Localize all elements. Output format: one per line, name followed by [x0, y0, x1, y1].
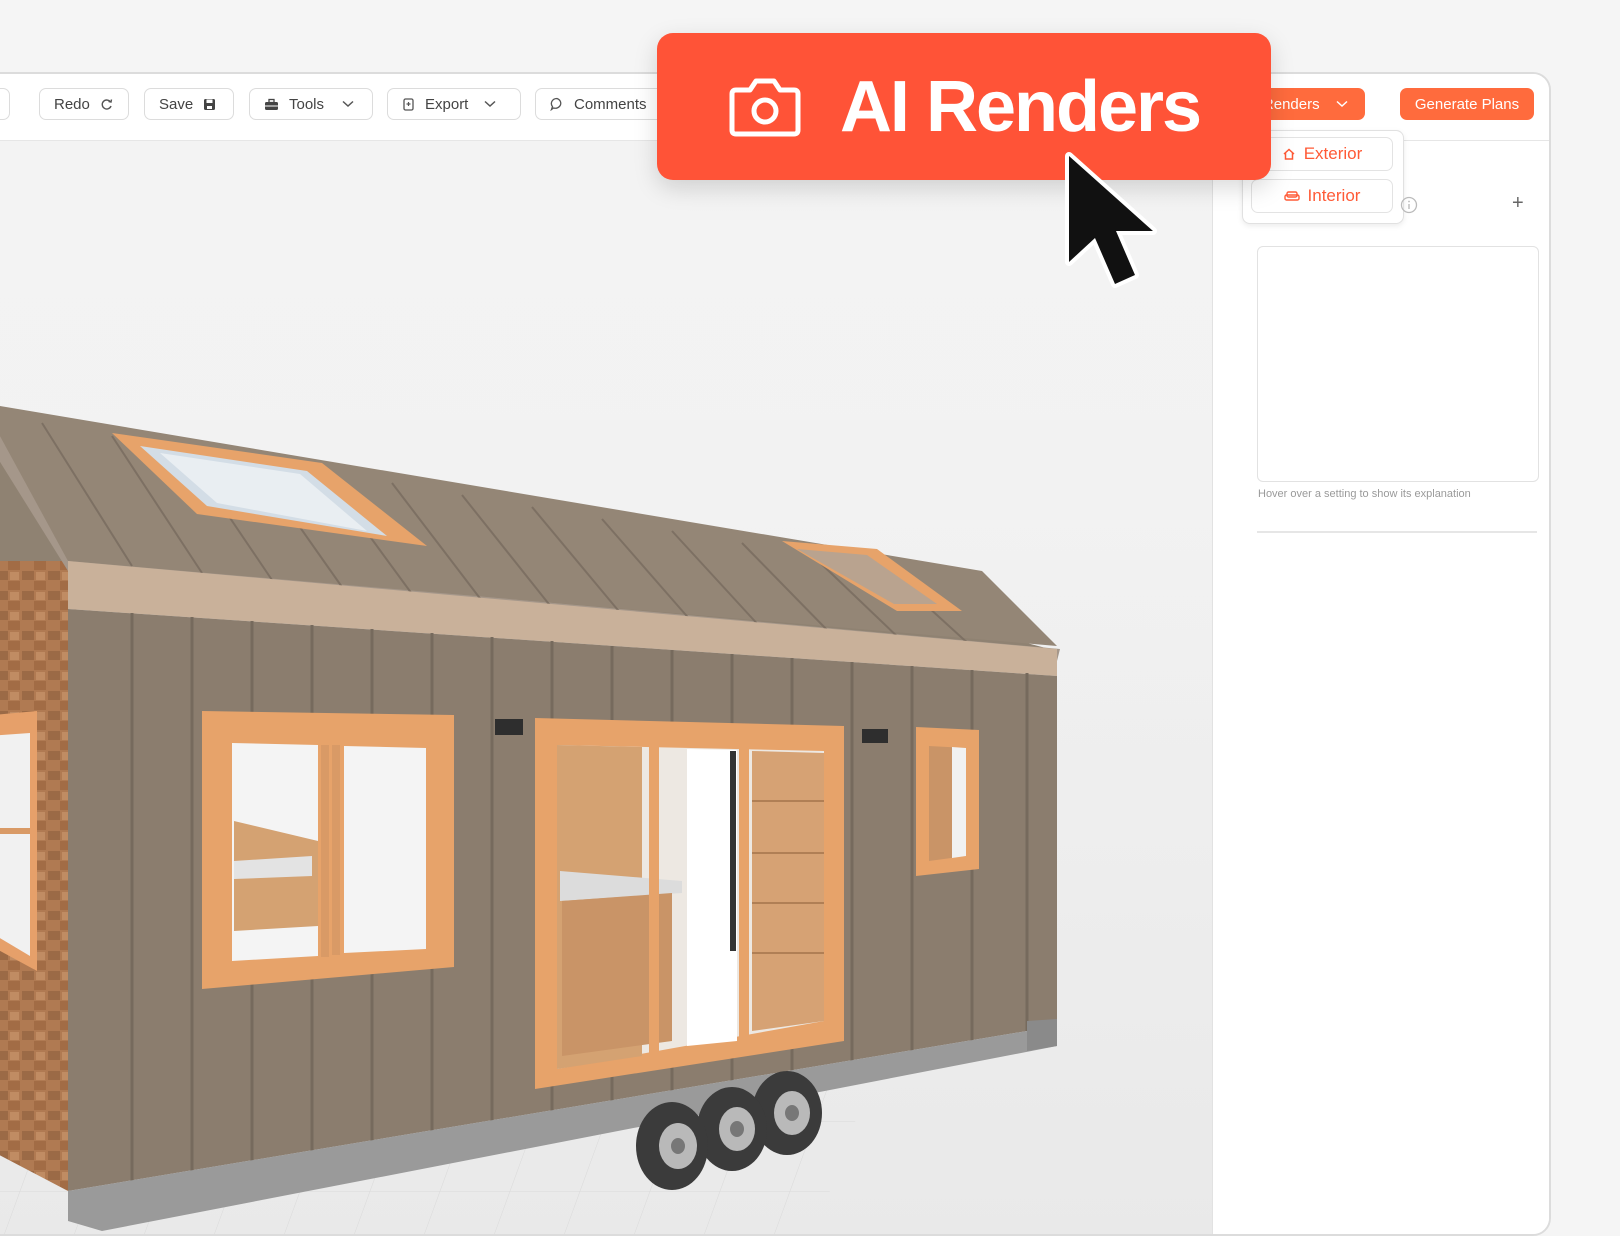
export-icon — [403, 98, 414, 111]
window — [202, 711, 454, 989]
chevron-down-icon — [342, 100, 354, 108]
add-icon[interactable]: + — [1512, 192, 1524, 215]
generate-plans-button[interactable]: Generate Plans — [1400, 88, 1534, 120]
tools-dropdown[interactable]: Tools — [249, 88, 373, 120]
comments-button[interactable]: Comments — [535, 88, 675, 120]
3d-viewport[interactable] — [0, 141, 1212, 1234]
comment-icon — [550, 97, 562, 111]
render-preview-box — [1257, 246, 1539, 482]
save-button[interactable]: Save — [144, 88, 234, 120]
tools-label: Tools — [289, 95, 325, 113]
sofa-icon — [1283, 191, 1300, 201]
callout-label: AI Renders — [839, 66, 1202, 147]
divider — [1257, 531, 1537, 533]
chevron-down-icon — [484, 100, 496, 108]
redo-icon — [101, 99, 113, 110]
house-icon — [1283, 148, 1295, 160]
cursor-icon — [1065, 152, 1157, 288]
export-dropdown[interactable]: Export — [387, 88, 521, 120]
export-label: Export — [425, 95, 469, 113]
camera-icon — [729, 78, 801, 136]
info-icon[interactable] — [1400, 196, 1418, 214]
redo-label: Redo — [54, 95, 90, 113]
save-label: Save — [159, 95, 194, 113]
menu-item-label: Exterior — [1303, 144, 1363, 163]
ai-renders-callout[interactable]: AI Renders — [657, 33, 1271, 180]
generate-plans-label: Generate Plans — [1414, 95, 1520, 113]
toolbox-icon — [265, 98, 278, 110]
menu-item-exterior[interactable]: Exterior — [1251, 137, 1393, 171]
glass-door — [535, 718, 844, 1089]
undo-button[interactable] — [0, 88, 10, 120]
tiny-house-model — [0, 141, 1212, 1234]
floppy-icon — [204, 98, 216, 110]
comments-label: Comments — [574, 95, 647, 113]
redo-button[interactable]: Redo — [39, 88, 129, 120]
chevron-down-icon — [1336, 100, 1348, 108]
menu-item-label: Interior — [1307, 186, 1361, 205]
setting-hint: Hover over a setting to show its explana… — [1258, 488, 1471, 500]
window — [916, 727, 979, 876]
menu-item-interior[interactable]: Interior — [1251, 179, 1393, 213]
